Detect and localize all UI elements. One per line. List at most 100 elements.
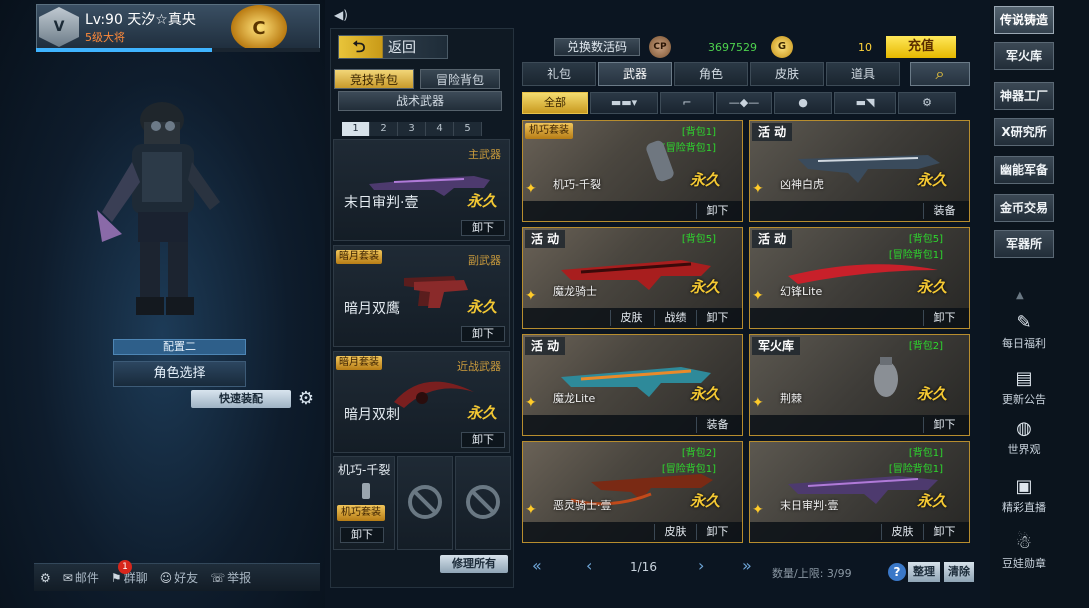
redeem-code-button[interactable]: 兑换数活码 bbox=[554, 38, 640, 56]
filter-pistol-icon[interactable]: ⌐ bbox=[660, 92, 714, 114]
quantity-limit: 数量/上限: 3/99 bbox=[772, 567, 852, 580]
unequip-button[interactable]: 卸下 bbox=[461, 432, 505, 448]
settings-button[interactable]: ⚙ bbox=[34, 564, 57, 592]
repair-all-button[interactable]: 修理所有 bbox=[440, 555, 508, 573]
next-page-icon[interactable]: › bbox=[698, 556, 704, 575]
update-notice-button[interactable]: ▤ 更新公告 bbox=[994, 368, 1054, 407]
record-button[interactable]: 战绩 bbox=[654, 310, 696, 326]
tab-gift-pack[interactable]: 礼包 bbox=[522, 62, 596, 86]
unequip-button[interactable]: 卸下 bbox=[923, 310, 965, 326]
item-name: 魔龙Lite bbox=[553, 392, 596, 405]
item-card[interactable]: 活 动 [背包5] ✦ 魔龙骑士 永久 皮肤 战绩 卸下 bbox=[522, 227, 743, 329]
wing-emblem-icon: ✦ bbox=[752, 502, 764, 518]
tactical-weapon-button[interactable]: 战术武器 bbox=[338, 91, 502, 111]
primary-weapon-slot[interactable]: 主武器 末日审判·壹 永久 卸下 bbox=[333, 139, 510, 241]
clear-button[interactable]: 清除 bbox=[944, 562, 974, 582]
item-card[interactable]: 军火库 [背包2] ✦ 荆棘 永久 卸下 bbox=[749, 334, 970, 436]
gold-coin-icon: G bbox=[771, 36, 793, 58]
first-page-icon[interactable]: « bbox=[532, 556, 542, 575]
secondary-weapon-slot[interactable]: 暗月套装 副武器 暗月双鹰 永久 卸下 bbox=[333, 245, 510, 347]
filter-grenade-icon[interactable]: ● bbox=[774, 92, 832, 114]
skin-button[interactable]: 皮肤 bbox=[881, 524, 923, 540]
world-view-button[interactable]: ◍ 世界观 bbox=[994, 418, 1054, 457]
friends-button[interactable]: ☺ 好友 bbox=[154, 564, 205, 592]
page-indicator: 1/16 bbox=[630, 560, 657, 574]
config-label[interactable]: 配置二 bbox=[113, 339, 246, 355]
tab-adventure-bag[interactable]: 冒险背包 bbox=[420, 69, 500, 89]
item-bag: [背包2] bbox=[681, 448, 716, 459]
filter-knife-icon[interactable]: —◆— bbox=[716, 92, 772, 114]
social-bar: ⚙ ✉ 邮件 ⚑ 群聊 ☺ 好友 ☏ 举报 1 bbox=[34, 560, 320, 592]
bag-page-tab[interactable]: 2 bbox=[370, 122, 398, 136]
sort-button[interactable]: 整理 bbox=[908, 562, 940, 582]
item-permanent: 永久 bbox=[916, 278, 947, 296]
friends-icon: ☺ bbox=[159, 570, 173, 585]
unequip-button[interactable]: 卸下 bbox=[340, 527, 384, 543]
live-stream-button[interactable]: ▣ 精彩直播 bbox=[994, 476, 1054, 515]
search-icon[interactable]: ⌕ bbox=[910, 62, 970, 86]
wing-emblem-icon: ✦ bbox=[525, 395, 537, 411]
slot-suit-tag: 暗月套装 bbox=[336, 356, 382, 370]
nav-artifact-factory[interactable]: 神器工厂 bbox=[994, 82, 1054, 110]
wing-emblem-icon: ✦ bbox=[752, 181, 764, 197]
equip-button[interactable]: 装备 bbox=[923, 203, 965, 219]
tab-weapons[interactable]: 武器 bbox=[598, 62, 672, 86]
role-select-button[interactable]: 角色选择 bbox=[113, 361, 246, 387]
last-page-icon[interactable]: » bbox=[742, 556, 752, 575]
skin-button[interactable]: 皮肤 bbox=[654, 524, 696, 540]
tactical-suit-tag: 机巧套装 bbox=[337, 505, 385, 521]
item-bag: [背包1] bbox=[681, 127, 716, 138]
unequip-button[interactable]: 卸下 bbox=[923, 417, 965, 433]
player-profile[interactable]: V Lv:90 天汐☆真央 5级大将 C bbox=[36, 4, 320, 51]
report-button[interactable]: ☏ 举报 bbox=[204, 564, 257, 592]
help-icon[interactable]: ? bbox=[888, 563, 906, 581]
slot-weapon-name: 末日审判·壹 bbox=[344, 195, 419, 211]
item-card[interactable]: 活 动 ✦ 魔龙Lite 永久 装备 bbox=[522, 334, 743, 436]
nav-armory[interactable]: 军火库 bbox=[994, 42, 1054, 70]
filter-all[interactable]: 全部 bbox=[522, 92, 588, 114]
nav-legend-forge[interactable]: 传说铸造 bbox=[994, 6, 1054, 34]
item-card[interactable]: [背包1] [冒险背包1] ✦ 末日审判·壹 永久 皮肤 卸下 bbox=[749, 441, 970, 543]
prev-page-icon[interactable]: ‹ bbox=[586, 556, 592, 575]
bag-page-tab[interactable]: 3 bbox=[398, 122, 426, 136]
tab-items[interactable]: 道具 bbox=[826, 62, 900, 86]
equip-button[interactable]: 装备 bbox=[696, 417, 738, 433]
medal-button[interactable]: ☃ 豆娃勋章 bbox=[994, 532, 1054, 571]
bag-page-tab[interactable]: 5 bbox=[454, 122, 482, 136]
volume-icon[interactable]: ◀) bbox=[334, 8, 350, 24]
unequip-button[interactable]: 卸下 bbox=[696, 524, 738, 540]
unequip-button[interactable]: 卸下 bbox=[923, 524, 965, 540]
mail-button[interactable]: ✉ 邮件 bbox=[57, 564, 105, 592]
unequip-button[interactable]: 卸下 bbox=[696, 203, 738, 219]
unequip-button[interactable]: 卸下 bbox=[461, 220, 505, 236]
nav-x-lab[interactable]: X研究所 bbox=[994, 118, 1054, 146]
bag-page-tab[interactable]: 1 bbox=[342, 122, 370, 136]
filter-rifle-icon[interactable]: ▬▬▾ bbox=[590, 92, 658, 114]
nav-weapon-house[interactable]: 军器所 bbox=[994, 230, 1054, 258]
tab-characters[interactable]: 角色 bbox=[674, 62, 748, 86]
item-card[interactable]: 机巧套装 [背包1] [冒险背包1] ✦ 机巧-千裂 永久 卸下 bbox=[522, 120, 743, 222]
skin-button[interactable]: 皮肤 bbox=[610, 310, 652, 326]
quick-equip-button[interactable]: 快速装配 bbox=[191, 390, 291, 408]
slot-weapon-name: 暗月双刺 bbox=[344, 407, 400, 423]
scroll-up-icon[interactable]: ▲ bbox=[1016, 290, 1024, 301]
daily-welfare-button[interactable]: ✎ 每日福利 bbox=[994, 312, 1054, 351]
friends-label: 好友 bbox=[174, 571, 199, 585]
gear-icon[interactable]: ⚙ bbox=[296, 389, 316, 409]
nav-psionic-armament[interactable]: 幽能军备 bbox=[994, 156, 1054, 184]
filter-special-icon[interactable]: ▬◥ bbox=[834, 92, 896, 114]
recharge-button[interactable]: 充值 bbox=[886, 36, 956, 58]
bag-page-tab[interactable]: 4 bbox=[426, 122, 454, 136]
unequip-button[interactable]: 卸下 bbox=[461, 326, 505, 342]
item-card[interactable]: 活 动 [背包5] [冒险背包1] ✦ 幻锋Lite 永久 卸下 bbox=[749, 227, 970, 329]
tab-competitive-bag[interactable]: 竞技背包 bbox=[334, 69, 414, 89]
item-card[interactable]: 活 动 ✦ 凶神白虎 永久 装备 bbox=[749, 120, 970, 222]
wing-emblem-icon: ✦ bbox=[752, 288, 764, 304]
filter-gear-icon[interactable]: ⚙ bbox=[898, 92, 956, 114]
unequip-button[interactable]: 卸下 bbox=[696, 310, 738, 326]
tab-skins[interactable]: 皮肤 bbox=[750, 62, 824, 86]
nav-gold-trade[interactable]: 金币交易 bbox=[994, 194, 1054, 222]
tactical-slot[interactable]: 机巧-千裂 机巧套装 卸下 bbox=[333, 456, 395, 550]
melee-weapon-slot[interactable]: 暗月套装 近战武器 暗月双刺 永久 卸下 bbox=[333, 351, 510, 453]
item-card[interactable]: [背包2] [冒险背包1] ✦ 恶灵骑士·壹 永久 皮肤 卸下 bbox=[522, 441, 743, 543]
